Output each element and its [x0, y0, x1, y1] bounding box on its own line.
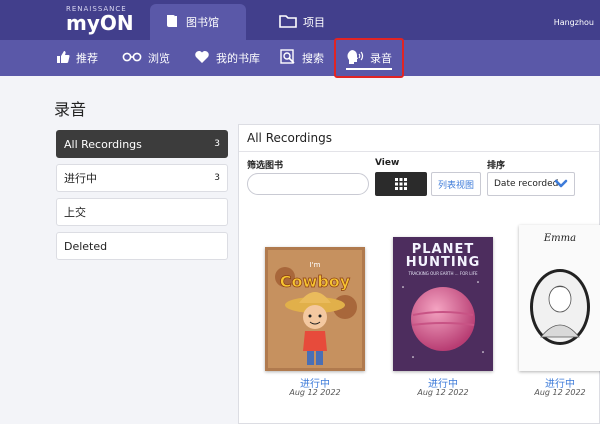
- sidebar-item-submitted[interactable]: 上交: [56, 198, 228, 226]
- nav-recommend[interactable]: 推荐: [56, 40, 98, 76]
- nav-my-books[interactable]: 我的书库: [194, 40, 260, 76]
- sort-value: Date recorded: [494, 179, 559, 189]
- thumbs-up-icon: [56, 50, 70, 67]
- tab-projects-label: 项目: [303, 16, 325, 29]
- nav-recommend-label: 推荐: [76, 52, 98, 65]
- sort-dropdown[interactable]: Date recorded: [487, 172, 575, 196]
- brand-name: myON: [66, 11, 134, 35]
- cover-subtitle: TRACKING OUR EARTH ... FOR LIFE: [408, 271, 478, 276]
- cover-title-large: Cowboy: [280, 272, 351, 291]
- cover-title-small: I'm: [310, 261, 321, 269]
- page-title: 录音: [54, 100, 87, 119]
- nav-browse-label: 浏览: [148, 52, 170, 65]
- search-icon: [280, 48, 296, 68]
- nav-search-label: 搜索: [302, 52, 324, 65]
- active-underline: [346, 68, 392, 70]
- heart-icon: [194, 50, 210, 67]
- book-icon: [164, 13, 180, 32]
- brand-logo[interactable]: RENAISSANCE myON: [66, 5, 134, 33]
- tab-library[interactable]: 图书馆: [150, 4, 246, 40]
- divider: [239, 151, 599, 152]
- cover-title: Emma: [543, 233, 577, 244]
- book-date: Aug 12 2022: [534, 388, 586, 397]
- filter-books-input[interactable]: [247, 173, 369, 195]
- folder-icon: [279, 13, 297, 32]
- tab-library-label: 图书馆: [186, 16, 219, 29]
- sidebar-item-label: Deleted: [64, 239, 108, 253]
- sidebar-item-count: 3: [214, 139, 220, 149]
- nav-my-books-label: 我的书库: [216, 52, 260, 65]
- grid-view-button[interactable]: [375, 172, 427, 196]
- sidebar-item-label: 进行中: [64, 172, 97, 185]
- glasses-icon: [122, 51, 142, 66]
- book-cover[interactable]: PLANET HUNTING TRACKING OUR EARTH ... FO…: [393, 237, 493, 371]
- sidebar-item-in-progress[interactable]: 进行中 3: [56, 164, 228, 192]
- chevron-down-icon: [554, 178, 568, 193]
- recordings-sidebar: All Recordings 3 进行中 3 上交 Deleted: [56, 130, 228, 266]
- sidebar-item-all-recordings[interactable]: All Recordings 3: [56, 130, 228, 158]
- voice-icon: [346, 49, 364, 68]
- view-label: View: [375, 158, 400, 168]
- nav-recordings-label: 录音: [370, 52, 392, 65]
- book-date: Aug 12 2022: [289, 388, 341, 397]
- filter-label: 筛选图书: [247, 161, 284, 171]
- top-header: RENAISSANCE myON 图书馆 项目 Hangzhou: [0, 0, 600, 40]
- list-view-button[interactable]: 列表视图: [431, 172, 481, 196]
- grid-icon: [395, 175, 407, 194]
- panel-title: All Recordings: [247, 131, 332, 145]
- cover-title: PLANET HUNTING: [405, 242, 481, 270]
- sidebar-item-label: All Recordings: [64, 137, 142, 151]
- sub-navigation: 推荐 浏览 我的书库 搜索 录音: [0, 38, 600, 78]
- recordings-panel: All Recordings 筛选图书 View 排序 列表视图 Date re…: [238, 124, 600, 424]
- nav-search[interactable]: 搜索: [280, 40, 324, 76]
- book-date: Aug 12 2022: [417, 388, 469, 397]
- book-cover[interactable]: I'm Cowboy: [265, 247, 365, 371]
- user-name[interactable]: Hangzhou: [554, 18, 594, 27]
- sidebar-item-count: 3: [214, 173, 220, 183]
- nav-browse[interactable]: 浏览: [122, 40, 170, 76]
- nav-recordings[interactable]: 录音: [334, 38, 404, 78]
- tab-projects[interactable]: 项目: [265, 4, 339, 40]
- sort-label: 排序: [487, 161, 506, 171]
- sidebar-item-label: 上交: [64, 206, 86, 219]
- sidebar-item-deleted[interactable]: Deleted: [56, 232, 228, 260]
- book-cover[interactable]: Emma: [519, 225, 600, 371]
